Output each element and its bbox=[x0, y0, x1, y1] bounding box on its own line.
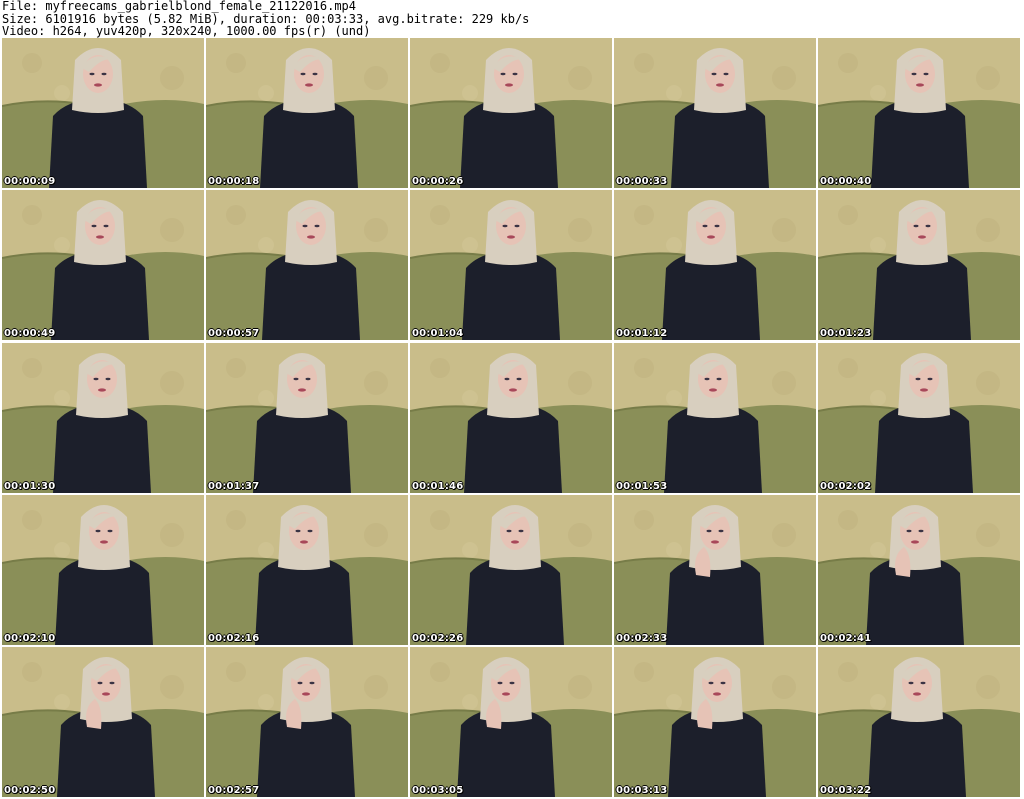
video-frame-image bbox=[2, 494, 204, 645]
video-frame-image bbox=[818, 38, 1020, 188]
video-frame-image bbox=[818, 647, 1020, 798]
thumbnail-timestamp: 00:02:57 bbox=[208, 785, 260, 797]
thumbnail-timestamp: 00:02:33 bbox=[616, 632, 668, 644]
video-frame-image bbox=[206, 342, 408, 493]
thumbnail-timestamp: 00:01:46 bbox=[412, 480, 464, 492]
video-thumbnail: 00:00:57 bbox=[206, 190, 408, 341]
video-frame-image bbox=[206, 38, 408, 188]
thumbnail-timestamp: 00:03:13 bbox=[616, 785, 668, 797]
video-frame-image bbox=[410, 38, 612, 188]
video-frame-image bbox=[410, 647, 612, 798]
video-thumbnail: 00:02:10 bbox=[2, 494, 204, 645]
thumbnail-timestamp: 00:00:26 bbox=[412, 176, 464, 187]
video-frame-image bbox=[614, 647, 816, 798]
video-thumbnail: 00:00:26 bbox=[410, 38, 612, 188]
video-thumbnail: 00:03:22 bbox=[818, 647, 1020, 798]
video-thumbnail: 00:02:02 bbox=[818, 342, 1020, 493]
video-frame-image bbox=[2, 38, 204, 188]
video-thumbnail: 00:02:50 bbox=[2, 647, 204, 798]
video-frame-image bbox=[2, 342, 204, 493]
video-frame-image bbox=[614, 190, 816, 341]
thumbnail-timestamp: 00:02:16 bbox=[208, 632, 260, 644]
video-thumbnail: 00:02:16 bbox=[206, 494, 408, 645]
thumbnail-timestamp: 00:00:40 bbox=[820, 176, 872, 187]
thumbnail-timestamp: 00:00:33 bbox=[616, 176, 668, 187]
file-name-line: File: myfreecams_gabrielblond_female_211… bbox=[2, 0, 357, 13]
thumbnail-timestamp: 00:00:57 bbox=[208, 328, 260, 340]
thumbnail-timestamp: 00:00:49 bbox=[4, 328, 56, 340]
thumbnail-timestamp: 00:01:37 bbox=[208, 480, 260, 492]
video-thumbnail: 00:01:53 bbox=[614, 342, 816, 493]
video-frame-image bbox=[818, 190, 1020, 341]
thumbnail-grid: 00:00:09 00:00:18 00:00:26 00:00:33 00:00:40… bbox=[0, 38, 1024, 799]
video-thumbnail: 00:01:04 bbox=[410, 190, 612, 341]
video-thumbnail: 00:00:49 bbox=[2, 190, 204, 341]
video-thumbnail: 00:00:18 bbox=[206, 38, 408, 188]
thumbnail-timestamp: 00:02:02 bbox=[820, 480, 872, 492]
video-frame-image bbox=[206, 190, 408, 341]
thumbnail-timestamp: 00:01:30 bbox=[4, 480, 56, 492]
video-thumbnail: 00:01:37 bbox=[206, 342, 408, 493]
video-thumbnail: 00:00:09 bbox=[2, 38, 204, 188]
video-frame-image bbox=[2, 190, 204, 341]
video-thumbnail: 00:01:12 bbox=[614, 190, 816, 341]
video-thumbnail: 00:01:30 bbox=[2, 342, 204, 493]
video-frame-image bbox=[206, 494, 408, 645]
thumbnail-timestamp: 00:01:04 bbox=[412, 328, 464, 340]
video-thumbnail: 00:02:57 bbox=[206, 647, 408, 798]
video-thumbnail: 00:02:26 bbox=[410, 494, 612, 645]
thumbnail-timestamp: 00:01:12 bbox=[616, 328, 668, 340]
thumbnail-timestamp: 00:01:53 bbox=[616, 480, 668, 492]
video-frame-image bbox=[410, 342, 612, 493]
video-frame-image bbox=[410, 494, 612, 645]
thumbnail-timestamp: 00:01:23 bbox=[820, 328, 872, 340]
video-thumbnail: 00:03:05 bbox=[410, 647, 612, 798]
video-frame-image bbox=[206, 647, 408, 798]
thumbnail-timestamp: 00:02:10 bbox=[4, 632, 56, 644]
video-thumbnail: 00:01:23 bbox=[818, 190, 1020, 341]
thumbnail-timestamp: 00:03:22 bbox=[820, 785, 872, 797]
video-frame-image bbox=[818, 494, 1020, 645]
video-frame-image bbox=[410, 190, 612, 341]
thumbnail-timestamp: 00:02:26 bbox=[412, 632, 464, 644]
thumbnail-timestamp: 00:02:50 bbox=[4, 785, 56, 797]
thumbnail-timestamp: 00:02:41 bbox=[820, 632, 872, 644]
video-format-line: Video: h264, yuv420p, 320x240, 1000.00 f… bbox=[2, 24, 371, 38]
video-frame-image bbox=[614, 38, 816, 188]
video-thumbnail: 00:02:41 bbox=[818, 494, 1020, 645]
video-thumbnail: 00:00:33 bbox=[614, 38, 816, 188]
video-thumbnail: 00:02:33 bbox=[614, 494, 816, 645]
thumbnail-timestamp: 00:00:09 bbox=[4, 176, 56, 187]
thumbnail-timestamp: 00:03:05 bbox=[412, 785, 464, 797]
video-thumbnail: 00:03:13 bbox=[614, 647, 816, 798]
video-thumbnail: 00:01:46 bbox=[410, 342, 612, 493]
video-frame-image bbox=[2, 647, 204, 798]
video-frame-image bbox=[614, 494, 816, 645]
video-frame-image bbox=[818, 342, 1020, 493]
video-frame-image bbox=[614, 342, 816, 493]
video-thumbnail: 00:00:40 bbox=[818, 38, 1020, 188]
thumbnail-timestamp: 00:00:18 bbox=[208, 176, 260, 187]
file-info-header: File: myfreecams_gabrielblond_female_211… bbox=[2, 0, 529, 38]
